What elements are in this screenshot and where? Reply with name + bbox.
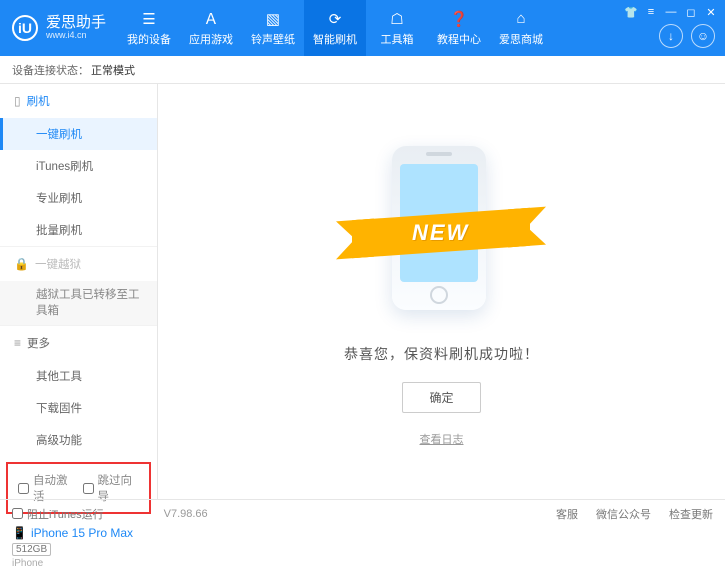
sidebar-head-more[interactable]: ≡ 更多 <box>0 326 157 360</box>
title-bar: iU 爱思助手 www.i4.cn ☰ 我的设备 Ａ 应用游戏 ▧ 铃声壁纸 ⟳ 智能刷… <box>0 0 725 56</box>
ok-button[interactable]: 确定 <box>402 382 480 413</box>
sidebar-head-jailbreak[interactable]: 🔒 一键越狱 <box>0 247 157 281</box>
store-icon: ⌂ <box>512 10 530 28</box>
brand-url: www.i4.cn <box>46 31 106 41</box>
device-info: 📱iPhone 15 Pro Max 512GB iPhone <box>0 520 157 577</box>
footer-wechat[interactable]: 微信公众号 <box>596 506 651 522</box>
nav-label: 教程中心 <box>437 31 481 47</box>
sidebar: ▯ 刷机 一键刷机 iTunes刷机 专业刷机 批量刷机 🔒 一键越狱 越狱工具已转… <box>0 84 158 499</box>
brand-name: 爱思助手 <box>46 15 106 32</box>
nav-toolbox[interactable]: ☖ 工具箱 <box>366 0 428 56</box>
device-type: iPhone <box>12 558 145 569</box>
sidebar-head-label: 更多 <box>27 335 50 351</box>
more-icon: ≡ <box>14 336 21 350</box>
wallpaper-icon: ▧ <box>264 10 282 28</box>
help-icon: ❓ <box>450 10 468 28</box>
flash-icon: ⟳ <box>326 10 344 28</box>
minimize-icon[interactable]: — <box>663 4 679 20</box>
status-bar: 设备连接状态： 正常模式 <box>0 56 725 84</box>
phone-small-icon: 📱 <box>12 526 27 540</box>
footer-kefu[interactable]: 客服 <box>556 506 578 522</box>
success-illustration: NEW <box>332 136 552 326</box>
main-nav: ☰ 我的设备 Ａ 应用游戏 ▧ 铃声壁纸 ⟳ 智能刷机 ☖ 工具箱 ❓ 教程中心 ⌂ 爱思商城 <box>118 0 552 56</box>
device-name[interactable]: 📱iPhone 15 Pro Max <box>12 526 145 540</box>
sidebar-item-tools[interactable]: 其他工具 <box>0 360 157 392</box>
success-message: 恭喜您，保资料刷机成功啦！ <box>344 344 539 364</box>
ribbon-text: NEW <box>412 220 469 246</box>
nav-my-device[interactable]: ☰ 我的设备 <box>118 0 180 56</box>
window-controls: 👕 ≡ — ◻ ✕ <box>623 4 719 20</box>
nav-label: 智能刷机 <box>313 31 357 47</box>
apps-icon: Ａ <box>202 10 220 28</box>
nav-ringtones[interactable]: ▧ 铃声壁纸 <box>242 0 304 56</box>
tshirt-icon[interactable]: 👕 <box>623 4 639 20</box>
download-icon[interactable]: ↓ <box>659 24 683 48</box>
sidebar-item-itunes[interactable]: iTunes刷机 <box>0 150 157 182</box>
nav-tutorials[interactable]: ❓ 教程中心 <box>428 0 490 56</box>
status-label: 设备连接状态： <box>12 62 89 78</box>
aux-buttons: ↓ ☺ <box>659 24 715 48</box>
nav-label: 我的设备 <box>127 31 171 47</box>
nav-store[interactable]: ⌂ 爱思商城 <box>490 0 552 56</box>
logo-icon: iU <box>12 15 38 41</box>
toolbox-icon: ☖ <box>388 10 406 28</box>
status-value: 正常模式 <box>91 62 135 78</box>
close-icon[interactable]: ✕ <box>703 4 719 20</box>
lock-icon: 🔒 <box>14 257 29 271</box>
checkbox-label: 阻止iTunes运行 <box>27 506 104 522</box>
main-panel: NEW 恭喜您，保资料刷机成功啦！ 确定 查看日志 <box>158 84 725 499</box>
version-label: V7.98.66 <box>164 508 208 520</box>
user-icon[interactable]: ☺ <box>691 24 715 48</box>
nav-apps[interactable]: Ａ 应用游戏 <box>180 0 242 56</box>
brand-logo: iU 爱思助手 www.i4.cn <box>0 15 118 41</box>
sidebar-jailbreak-note: 越狱工具已转移至工具箱 <box>0 281 157 325</box>
device-storage: 512GB <box>12 543 51 556</box>
device-icon: ☰ <box>140 10 158 28</box>
maximize-icon[interactable]: ◻ <box>683 4 699 20</box>
footer-bar: 阻止iTunes运行 V7.98.66 客服 微信公众号 检查更新 <box>0 499 725 527</box>
footer-update[interactable]: 检查更新 <box>669 506 713 522</box>
nav-label: 工具箱 <box>381 31 414 47</box>
sidebar-item-batch[interactable]: 批量刷机 <box>0 214 157 246</box>
nav-label: 爱思商城 <box>499 31 543 47</box>
view-log-link[interactable]: 查看日志 <box>420 431 464 447</box>
nav-flash[interactable]: ⟳ 智能刷机 <box>304 0 366 56</box>
sidebar-item-pro[interactable]: 专业刷机 <box>0 182 157 214</box>
sidebar-item-firmware[interactable]: 下载固件 <box>0 392 157 424</box>
block-itunes-checkbox[interactable]: 阻止iTunes运行 <box>12 506 104 522</box>
sidebar-head-label: 一键越狱 <box>35 256 81 272</box>
sidebar-head-label: 刷机 <box>27 93 50 109</box>
menu-icon[interactable]: ≡ <box>643 4 659 20</box>
phone-icon: ▯ <box>14 94 21 108</box>
sidebar-item-oneclick[interactable]: 一键刷机 <box>0 118 157 150</box>
sidebar-head-flash[interactable]: ▯ 刷机 <box>0 84 157 118</box>
nav-label: 铃声壁纸 <box>251 31 295 47</box>
nav-label: 应用游戏 <box>189 31 233 47</box>
sidebar-item-advanced[interactable]: 高级功能 <box>0 424 157 456</box>
